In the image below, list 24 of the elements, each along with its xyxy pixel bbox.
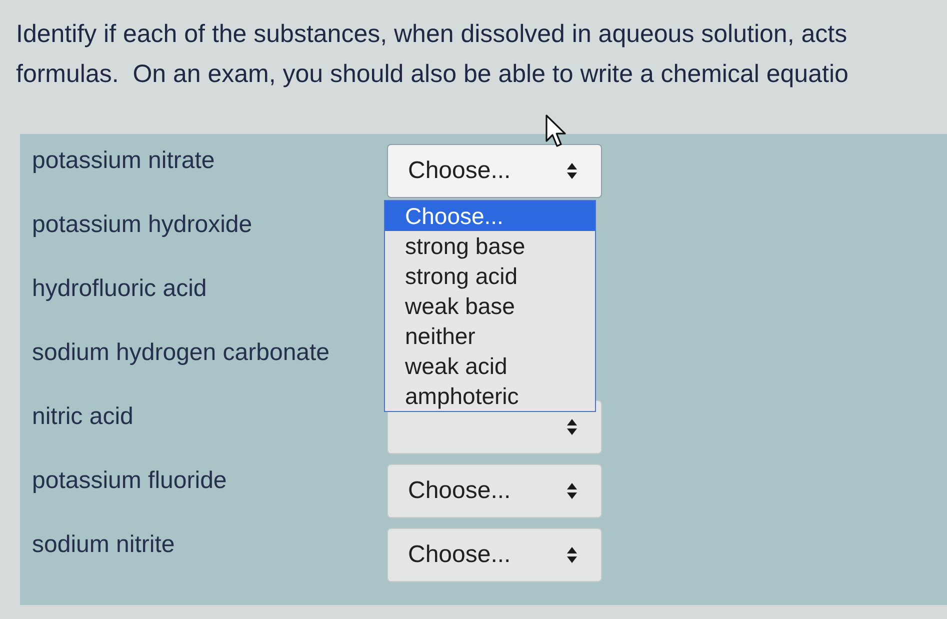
up-down-arrow-icon	[567, 163, 577, 179]
dropdown-option[interactable]: strong base	[385, 231, 595, 261]
substance-label: potassium hydroxide	[32, 210, 252, 240]
substance-label: potassium nitrate	[32, 146, 215, 176]
instruction-text: formulas. On an exam, you should also be able to write a chemical equatio	[16, 59, 848, 90]
choice-dropdown[interactable]: Choose...	[387, 464, 602, 518]
substance-label: sodium nitrite	[32, 530, 175, 560]
dropdown-option[interactable]: Choose...	[385, 201, 595, 231]
substance-label: sodium hydrogen carbonate	[32, 338, 330, 368]
substance-label: hydrofluoric acid	[32, 274, 207, 304]
up-down-arrow-icon	[567, 547, 577, 563]
dropdown-option[interactable]: neither	[385, 321, 595, 351]
up-down-arrow-icon	[567, 483, 577, 499]
choice-dropdown[interactable]: Choose...	[387, 528, 602, 582]
cursor-icon	[545, 114, 567, 148]
dropdown-option[interactable]: strong acid	[385, 261, 595, 291]
dropdown-option[interactable]: weak base	[385, 291, 595, 321]
up-down-arrow-icon	[567, 419, 577, 435]
instruction-text: Identify if each of the substances, when dissolved in aqueous solution, acts	[16, 19, 848, 50]
substance-label: nitric acid	[32, 402, 134, 432]
substance-label: potassium fluoride	[32, 466, 227, 496]
dropdown-option[interactable]: weak acid	[385, 351, 595, 381]
choice-dropdown[interactable]: Choose...	[387, 144, 602, 198]
dropdown-option[interactable]: amphoteric	[385, 381, 595, 411]
